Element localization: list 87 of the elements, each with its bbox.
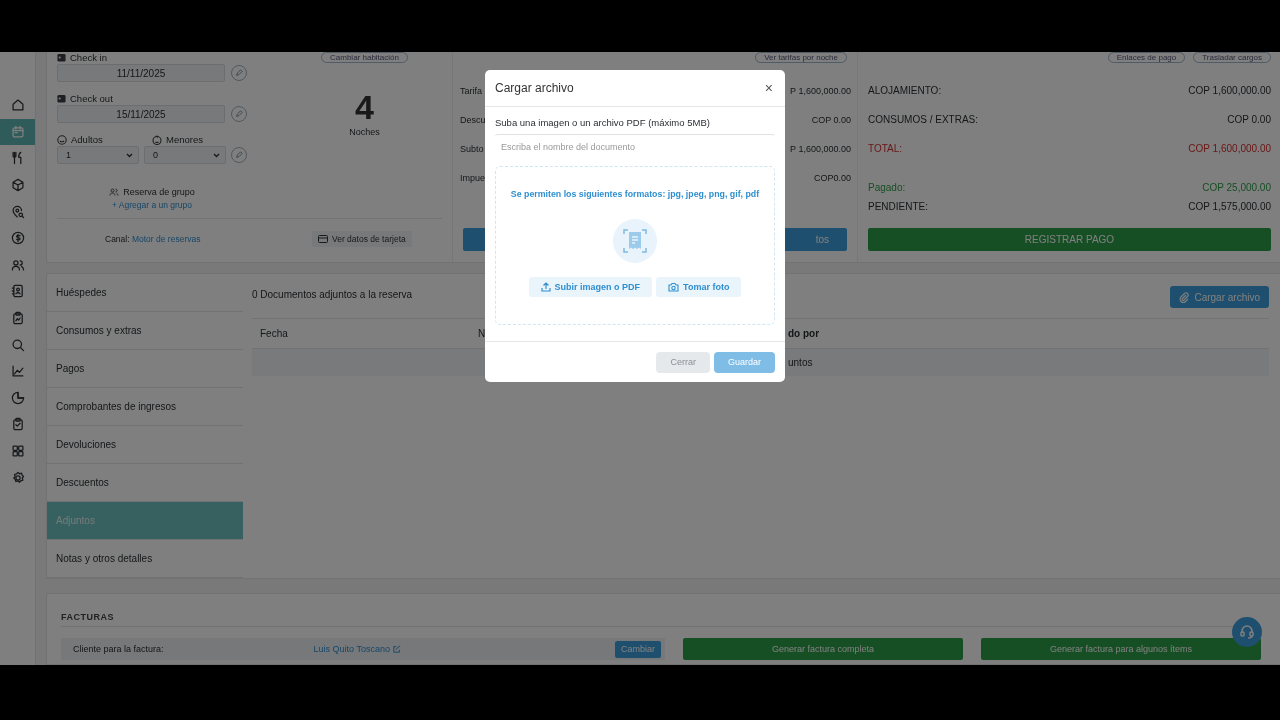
location-search-icon bbox=[10, 204, 25, 219]
close-button[interactable]: × bbox=[760, 80, 777, 96]
credit-card-icon bbox=[318, 235, 328, 243]
column-header: do por bbox=[788, 328, 821, 339]
total-value: COP 1,600,000.00 bbox=[1188, 85, 1271, 96]
client-name-link[interactable]: Luis Quito Toscano bbox=[313, 644, 401, 654]
pencil-icon bbox=[235, 69, 243, 77]
payment-action-button[interactable]: Enlaces de pago bbox=[1107, 52, 1186, 63]
change-client-button[interactable]: Cambiar bbox=[615, 640, 661, 658]
rate-label: Descu bbox=[460, 114, 486, 125]
rate-value: COP 0.00 bbox=[811, 114, 851, 125]
rate-label: Tarifa bbox=[460, 85, 482, 96]
dialog-title: Cargar archivo bbox=[495, 81, 574, 95]
upload-icon bbox=[540, 282, 551, 292]
total-value: COP 1,600,000.00 bbox=[1188, 143, 1271, 154]
total-label: PENDIENTE: bbox=[868, 201, 928, 212]
column-header: Fecha bbox=[260, 328, 289, 339]
contact-book-icon bbox=[10, 284, 25, 299]
register-payment-button[interactable]: REGISTRAR PAGO bbox=[868, 228, 1271, 251]
minors-label: Menores bbox=[166, 134, 203, 145]
users-icon bbox=[10, 257, 25, 272]
formats-text: Se permiten los siguientes formatos: jpg, jpeg, png, gif, pdf bbox=[510, 189, 760, 199]
nights-label: Noches bbox=[349, 127, 380, 137]
rate-label: Impue bbox=[460, 172, 485, 183]
line-chart-icon bbox=[10, 364, 25, 379]
check-out-label: Check out bbox=[70, 93, 113, 104]
users-icon bbox=[109, 187, 120, 197]
clipboard-check-icon bbox=[10, 417, 25, 432]
client-label: Cliente para la factura: bbox=[73, 644, 164, 654]
rate-value: P 1,600,000.00 bbox=[790, 85, 851, 96]
upload-file-button[interactable]: Cargar archivo bbox=[1170, 286, 1269, 308]
grid-icon bbox=[10, 444, 25, 458]
search-icon bbox=[10, 337, 25, 352]
rate-value: COP0.00 bbox=[813, 172, 851, 183]
home-icon bbox=[10, 98, 25, 113]
rate-label: Subto bbox=[460, 143, 484, 154]
chevron-icon bbox=[126, 152, 133, 158]
check-in-label: Check in bbox=[70, 52, 107, 63]
headset-icon bbox=[1239, 624, 1255, 640]
total-value: COP 1,575,000.00 bbox=[1188, 201, 1271, 212]
document-icon bbox=[613, 219, 657, 263]
pie-chart-icon bbox=[10, 390, 25, 405]
empty-text: untos bbox=[788, 357, 813, 368]
edit-icon bbox=[392, 645, 401, 653]
change-room-button[interactable]: Cambiar habitación bbox=[321, 52, 408, 63]
card-data-button[interactable]: Ver datos de tarjeta bbox=[312, 231, 412, 247]
nights-count: 4 bbox=[355, 91, 374, 123]
rate-value: P 1,600,000.00 bbox=[790, 143, 851, 154]
check-in-field[interactable]: 11/11/2025 bbox=[57, 64, 225, 82]
total-label: Pagado: bbox=[868, 182, 906, 193]
total-label: TOTAL: bbox=[868, 143, 903, 154]
upload-image-button[interactable]: Subir imagen o PDF bbox=[528, 277, 653, 297]
calendar-icon bbox=[57, 94, 66, 103]
box-icon bbox=[10, 178, 25, 193]
generate-invoice-button[interactable]: Generar factura completa bbox=[683, 638, 963, 660]
settings-icon bbox=[10, 470, 25, 485]
dollar-icon bbox=[10, 231, 25, 246]
adults-label: Adultos bbox=[71, 134, 103, 145]
take-photo-button[interactable]: Tomar foto bbox=[656, 277, 742, 297]
total-value: COP 0.00 bbox=[1227, 114, 1271, 125]
generate-invoice-button[interactable]: Generar factura para algunos ítems bbox=[981, 638, 1261, 660]
drop-zone[interactable]: Se permiten los siguientes formatos: jpg, jpeg, png, gif, pdf Subir imagen o PDF Tomar foto bbox=[495, 166, 775, 325]
total-label: ALOJAMIENTO: bbox=[868, 85, 942, 96]
pencil-icon bbox=[235, 110, 243, 118]
baby-face-icon bbox=[152, 134, 162, 145]
attachments-count: 0 Documentos adjuntos a la reserva bbox=[252, 288, 413, 300]
dialog-instruction: Suba una imagen o un archivo PDF (máximo 5MB) bbox=[495, 117, 711, 130]
total-value: COP 25,000.00 bbox=[1202, 182, 1271, 193]
column-header: N bbox=[478, 328, 487, 339]
channel-text: Canal: Motor de reservas bbox=[105, 234, 202, 244]
total-label: CONSUMOS / EXTRAS: bbox=[868, 114, 978, 125]
dialog-action-button[interactable]: Cerrar bbox=[656, 351, 710, 373]
rates-per-night-button[interactable]: Ver tarifas por noche bbox=[755, 52, 847, 63]
payment-action-button[interactable]: Trasladar cargos bbox=[1193, 52, 1271, 63]
camera-icon bbox=[668, 282, 680, 292]
chevron-icon bbox=[213, 152, 220, 158]
group-label: Reserva de grupo bbox=[123, 187, 195, 197]
paperclip-icon bbox=[1179, 291, 1190, 303]
check-out-field[interactable]: 15/11/2025 bbox=[57, 105, 225, 123]
smiley-icon bbox=[57, 134, 67, 145]
adults-select[interactable]: 1 bbox=[57, 146, 139, 164]
add-to-group-link[interactable]: + Agregar a un grupo bbox=[111, 200, 193, 210]
minors-select[interactable]: 0 bbox=[144, 146, 226, 164]
channel-link[interactable]: Motor de reservas bbox=[131, 234, 201, 244]
pencil-icon bbox=[235, 151, 243, 159]
clipboard-icon bbox=[10, 311, 25, 326]
calendar-icon bbox=[10, 124, 25, 139]
